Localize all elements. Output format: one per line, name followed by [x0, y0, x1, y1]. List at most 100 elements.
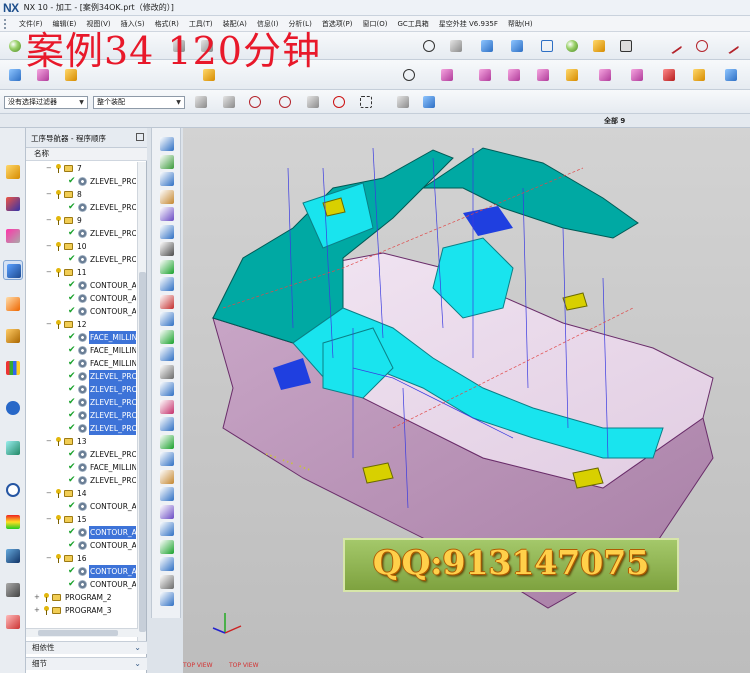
panel-details[interactable]: 细节 ⌄	[26, 657, 147, 670]
feature-3-button[interactable]	[505, 66, 523, 84]
zoom-button[interactable]	[420, 37, 438, 55]
column-header-name[interactable]: 名称	[26, 148, 147, 161]
tree-group-row[interactable]: − 12	[26, 318, 138, 331]
assembly-select[interactable]: 整个装配 ▼	[93, 96, 185, 109]
import-button[interactable]	[157, 589, 177, 609]
tree-operation-row[interactable]: ✔ ZLEVEL_PROFILE	[26, 409, 138, 422]
feature-10-button[interactable]	[722, 66, 740, 84]
sphere-button[interactable]	[563, 37, 581, 55]
collapse-icon[interactable]: −	[46, 240, 53, 253]
resource-constraints[interactable]	[3, 194, 23, 214]
resource-assembly[interactable]	[3, 162, 23, 182]
tree-operation-row[interactable]: ✔ ZLEVEL_PROFILE	[26, 253, 138, 266]
menu-analysis[interactable]: 分析(L)	[283, 19, 316, 29]
tree-operation-row[interactable]: ✔ CONTOUR_AREA	[26, 539, 138, 552]
pattern-button[interactable]	[304, 93, 322, 111]
tree-operation-row[interactable]: ✔ FACE_MILLING	[26, 344, 138, 357]
collapse-icon[interactable]: −	[46, 214, 53, 227]
tree-operation-row[interactable]: ✔ ZLEVEL_PROFILE	[26, 422, 138, 435]
tree-operation-row[interactable]: ✔ ZLEVEL_PROFILE	[26, 227, 138, 240]
tree-group-row[interactable]: − 10	[26, 240, 138, 253]
feature-7-button[interactable]	[628, 66, 646, 84]
solid-button[interactable]	[394, 93, 412, 111]
resource-history[interactable]	[3, 438, 23, 458]
open-button[interactable]	[6, 37, 24, 55]
menu-view[interactable]: 视图(V)	[81, 19, 115, 29]
collapse-icon[interactable]: −	[46, 266, 53, 279]
collapse-icon[interactable]: −	[46, 435, 53, 448]
program-view-button[interactable]	[6, 66, 24, 84]
tree-operation-row[interactable]: ✔ FACE_MILLING	[26, 331, 138, 344]
menu-insert[interactable]: 插入(S)	[116, 19, 150, 29]
tree-operation-row[interactable]: ✔ FACE_MILLING	[26, 461, 138, 474]
resource-palette[interactable]	[3, 358, 23, 378]
menu-file[interactable]: 文件(F)	[14, 19, 48, 29]
collapse-icon[interactable]: −	[46, 552, 53, 565]
circle-button[interactable]	[693, 37, 711, 55]
tree-operation-row[interactable]: ✔ CONTOUR_AREA	[26, 292, 138, 305]
resource-operation-navigator[interactable]	[3, 260, 23, 280]
menu-info[interactable]: 信息(I)	[252, 19, 284, 29]
tree-horizontal-scrollbar[interactable]	[26, 628, 138, 637]
shaded-edges-button[interactable]	[508, 37, 526, 55]
tree-program-row[interactable]: + PROGRAM_2	[26, 591, 138, 604]
menu-edit[interactable]: 编辑(E)	[48, 19, 82, 29]
rect-select-button[interactable]	[357, 93, 375, 111]
panel-dependencies[interactable]: 相依性 ⌄	[26, 641, 147, 654]
filter-select[interactable]: 没有选择过滤器 ▼	[4, 96, 88, 109]
select-filter-button[interactable]	[192, 93, 210, 111]
resource-tool[interactable]	[3, 546, 23, 566]
close-icon[interactable]	[136, 133, 144, 141]
tree-group-row[interactable]: −8	[26, 188, 138, 201]
feature-4-button[interactable]	[534, 66, 552, 84]
snap-button[interactable]	[220, 93, 238, 111]
feature-9-button[interactable]	[690, 66, 708, 84]
tree-operation-row[interactable]: ✔ ZLEVEL_PROFILE	[26, 474, 138, 487]
tree-group-row[interactable]: − 13	[26, 435, 138, 448]
clock-button[interactable]	[400, 66, 418, 84]
menu-window[interactable]: 窗口(O)	[358, 19, 393, 29]
tree-program-row[interactable]: + PROGRAM_3	[26, 604, 138, 617]
collapse-icon[interactable]: −	[46, 318, 53, 331]
arc-button[interactable]	[722, 37, 740, 55]
tree-operation-row[interactable]: ✔ CONTOUR_AREA	[26, 526, 138, 539]
menu-format[interactable]: 格式(R)	[150, 19, 184, 29]
layer-button[interactable]	[590, 37, 608, 55]
collapse-icon[interactable]: −	[46, 513, 53, 526]
tree-operation-row[interactable]: ✔ FACE_MILLING	[26, 357, 138, 370]
menu-tools[interactable]: 工具(T)	[184, 19, 218, 29]
resource-roles[interactable]	[3, 326, 23, 346]
feature-2-button[interactable]	[476, 66, 494, 84]
menu-preferences[interactable]: 首选项(P)	[317, 19, 358, 29]
shaded-button[interactable]	[478, 37, 496, 55]
tree-operation-row[interactable]: ✔ CONTOUR_AREA	[26, 305, 138, 318]
view-frame-button[interactable]	[617, 37, 635, 55]
feature-8-button[interactable]	[660, 66, 678, 84]
tree-operation-row[interactable]: ✔ ZLEVEL_PROFILE	[26, 370, 138, 383]
tree-operation-row[interactable]: ✔ ZLEVEL_PROFILE	[26, 383, 138, 396]
tree-operation-row[interactable]: ✔ CONTOUR_AREA	[26, 565, 138, 578]
feature-1-button[interactable]	[438, 66, 456, 84]
fit-button[interactable]	[447, 37, 465, 55]
menu-assembly[interactable]: 装配(A)	[218, 19, 252, 29]
body-button[interactable]	[420, 93, 438, 111]
crosshair-button[interactable]	[276, 93, 294, 111]
resource-web[interactable]	[3, 398, 23, 418]
resource-lathe[interactable]	[3, 580, 23, 600]
resource-notes[interactable]	[3, 612, 23, 632]
tree-group-row[interactable]: −9	[26, 214, 138, 227]
expand-icon[interactable]: +	[34, 604, 41, 617]
collapse-icon[interactable]: −	[46, 487, 53, 500]
tree-operation-row[interactable]: ✔ CONTOUR_AREA	[26, 279, 138, 292]
wireframe-button[interactable]	[538, 37, 556, 55]
tree-group-row[interactable]: − 11	[26, 266, 138, 279]
scrollbar-thumb[interactable]	[38, 630, 118, 636]
tree-group-row[interactable]: − 15	[26, 513, 138, 526]
tree-group-row[interactable]: −7	[26, 162, 138, 175]
hexagon-button[interactable]	[330, 93, 348, 111]
menu-gc-toolbox[interactable]: GC工具箱	[392, 19, 433, 29]
tree-operation-row[interactable]: ✔ CONTOUR_AREA	[26, 578, 138, 591]
menu-help[interactable]: 帮助(H)	[503, 19, 538, 29]
resource-part[interactable]	[3, 226, 23, 246]
point-button[interactable]	[246, 93, 264, 111]
